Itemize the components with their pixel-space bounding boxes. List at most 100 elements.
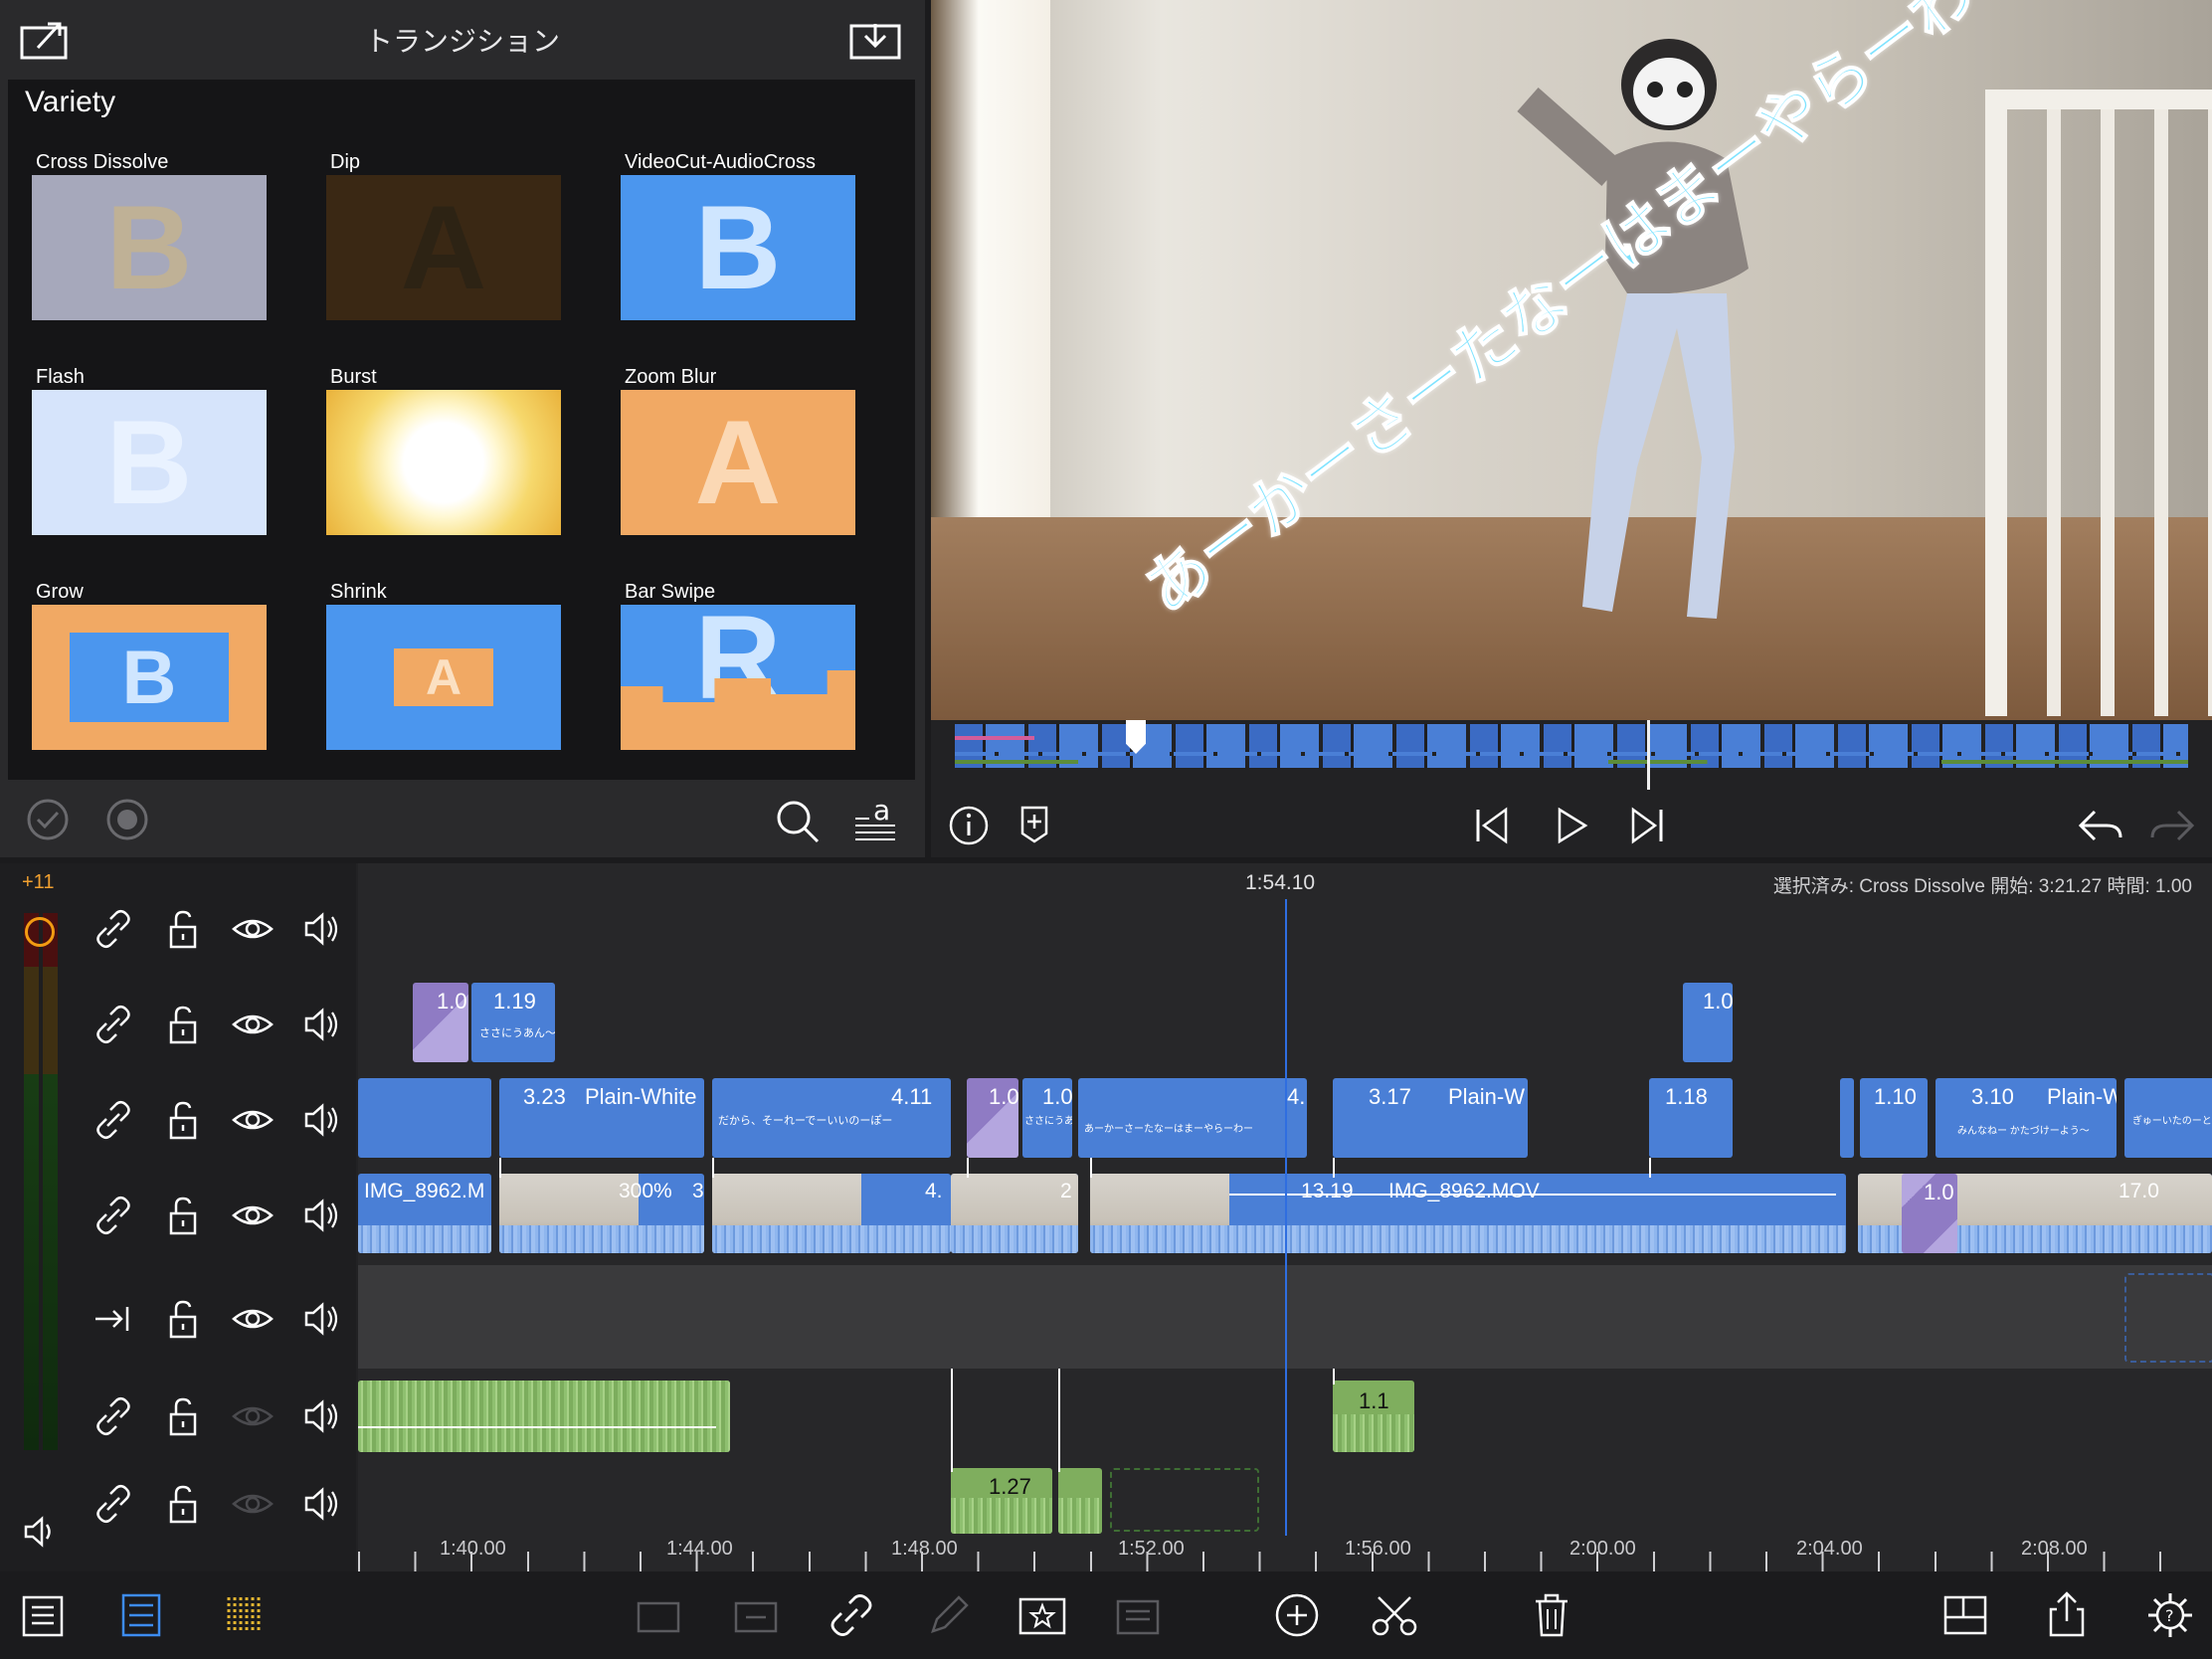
preview-record-icon[interactable]: [105, 798, 149, 841]
track-audio-speaker-icon[interactable]: [300, 1297, 344, 1341]
detach-window-icon[interactable]: [20, 18, 74, 62]
video-preview[interactable]: あーかーさーたなーはまーやらーわ: [931, 0, 2212, 720]
track-visibility-eye-icon[interactable]: [231, 907, 275, 951]
track-lock-icon[interactable]: [161, 1098, 205, 1142]
track-audio-speaker-icon[interactable]: [300, 1482, 344, 1526]
track-visibility-eye-icon[interactable]: [231, 1098, 275, 1142]
clipboard-icon[interactable]: [1112, 1589, 1164, 1641]
skip-back-icon[interactable]: [1470, 804, 1514, 847]
track-visibility-eye-icon[interactable]: [231, 1394, 275, 1438]
track-link-icon[interactable]: [92, 1194, 135, 1237]
transition-dip[interactable]: A: [326, 175, 561, 320]
record-icon[interactable]: [25, 917, 55, 947]
delete-trash-icon[interactable]: [1526, 1589, 1577, 1641]
video-clip[interactable]: 2: [951, 1174, 1078, 1253]
track-link-icon[interactable]: [92, 907, 135, 951]
track-visibility-eye-icon[interactable]: [231, 1297, 275, 1341]
transition-shrink[interactable]: A: [326, 605, 561, 750]
undo-icon[interactable]: [2075, 804, 2124, 847]
track-visibility-eye-icon[interactable]: [231, 1194, 275, 1237]
title-clip[interactable]: [358, 1078, 491, 1158]
track-next-icon[interactable]: [92, 1297, 135, 1341]
audio-placeholder[interactable]: [1110, 1468, 1259, 1532]
timeline-playhead[interactable]: [1285, 899, 1287, 1536]
share-icon[interactable]: [2041, 1589, 2093, 1641]
info-icon[interactable]: [947, 804, 991, 847]
layout-icon[interactable]: [1939, 1589, 1991, 1641]
track-lock-icon[interactable]: [161, 907, 205, 951]
transition-clip[interactable]: 1.0: [967, 1078, 1018, 1158]
transition-cross-dissolve[interactable]: B: [32, 175, 267, 320]
track-lock-icon[interactable]: [161, 1003, 205, 1046]
track-visibility-eye-icon[interactable]: [231, 1003, 275, 1046]
timeline-ruler[interactable]: [358, 1552, 2212, 1571]
video-clip[interactable]: IMG_8962.M: [358, 1174, 491, 1253]
redo-icon[interactable]: [2148, 804, 2198, 847]
video-clip[interactable]: 300% 3: [499, 1174, 704, 1253]
track-list-icon[interactable]: [115, 1589, 167, 1641]
title-clip[interactable]: 1.19 ささにうあん～: [471, 983, 555, 1062]
track-audio-speaker-icon[interactable]: [300, 1394, 344, 1438]
transition-clip[interactable]: 1.0: [413, 983, 468, 1062]
video-clip[interactable]: 13.19 IMG_8962.MOV: [1090, 1174, 1846, 1253]
transition-videocut-audiocross[interactable]: B: [621, 175, 855, 320]
audio-clip[interactable]: 1.1: [1333, 1381, 1414, 1452]
title-clip[interactable]: 1.0: [1683, 983, 1733, 1062]
favorite-icon[interactable]: [1016, 1589, 1068, 1641]
track-lock-icon[interactable]: [161, 1394, 205, 1438]
add-track-icon[interactable]: [18, 1589, 70, 1641]
title-clip[interactable]: 1.0 ささにうあ: [1022, 1078, 1072, 1158]
add-marker-icon[interactable]: [1013, 802, 1056, 845]
title-clip[interactable]: 3.10 Plain-W みんなねー かたづけーよう～: [1936, 1078, 2117, 1158]
track-audio-speaker-icon[interactable]: [300, 1098, 344, 1142]
track-audio-speaker-icon[interactable]: [300, 907, 344, 951]
clip-icon[interactable]: [633, 1589, 684, 1641]
transition-grow[interactable]: B: [32, 605, 267, 750]
title-clip[interactable]: 4.11 だから、そーれーでーいいのーぽー: [712, 1078, 951, 1158]
title-clip[interactable]: 4.15あーかーさーたなーはまーやらーわー: [1078, 1078, 1307, 1158]
track-lock-icon[interactable]: [161, 1194, 205, 1237]
skip-forward-icon[interactable]: [1625, 804, 1669, 847]
transition-clip[interactable]: 1.0: [1902, 1174, 1957, 1253]
title-clip[interactable]: ぎゅーいたのーとお: [2124, 1078, 2212, 1158]
transition-flash[interactable]: B: [32, 390, 267, 535]
audio-meter-icon[interactable]: [219, 1589, 271, 1641]
split-scissors-icon[interactable]: [1369, 1589, 1420, 1641]
track-visibility-eye-icon[interactable]: [231, 1482, 275, 1526]
track-lock-icon[interactable]: [161, 1482, 205, 1526]
add-clip-placeholder[interactable]: [2124, 1273, 2212, 1363]
track-link-icon[interactable]: [92, 1482, 135, 1526]
link-icon[interactable]: [826, 1589, 877, 1641]
transition-bar-swipe[interactable]: R: [621, 605, 855, 750]
play-icon[interactable]: [1550, 804, 1593, 847]
audio-clip-icon[interactable]: [730, 1589, 782, 1641]
pen-icon[interactable]: [923, 1589, 975, 1641]
timeline-tracks[interactable]: 1:54.10 選択済み: Cross Dissolve 開始: 3:21.27…: [358, 863, 2212, 1571]
import-icon[interactable]: [849, 20, 901, 62]
audio-clip[interactable]: 1.27: [951, 1468, 1052, 1534]
track-link-icon[interactable]: [92, 1098, 135, 1142]
hidden-tracks-count[interactable]: +11: [22, 871, 54, 894]
transition-zoom-blur[interactable]: A: [621, 390, 855, 535]
title-clip[interactable]: 1.10: [1860, 1078, 1928, 1158]
track-link-icon[interactable]: [92, 1394, 135, 1438]
title-clip[interactable]: 3.23 Plain-White: [499, 1078, 704, 1158]
master-volume-icon[interactable]: [20, 1512, 60, 1552]
add-icon[interactable]: [1271, 1589, 1323, 1641]
audio-clip[interactable]: [1058, 1468, 1102, 1534]
title-clip[interactable]: [1840, 1078, 1854, 1158]
sort-text-icon[interactable]: a: [851, 796, 899, 843]
title-clip[interactable]: 3.17 Plain-W: [1333, 1078, 1528, 1158]
search-icon[interactable]: [774, 798, 822, 845]
track-link-icon[interactable]: [92, 1003, 135, 1046]
track-audio-speaker-icon[interactable]: [300, 1003, 344, 1046]
track-lock-icon[interactable]: [161, 1297, 205, 1341]
video-clip[interactable]: 4.: [712, 1174, 951, 1253]
transition-label: Shrink: [330, 581, 387, 603]
transition-burst[interactable]: [326, 390, 561, 535]
audio-clip[interactable]: [358, 1381, 730, 1452]
track-audio-speaker-icon[interactable]: [300, 1194, 344, 1237]
apply-checkmark-icon[interactable]: [26, 798, 70, 841]
settings-gear-icon[interactable]: ?: [2144, 1589, 2196, 1641]
title-clip[interactable]: 1.18: [1649, 1078, 1733, 1158]
